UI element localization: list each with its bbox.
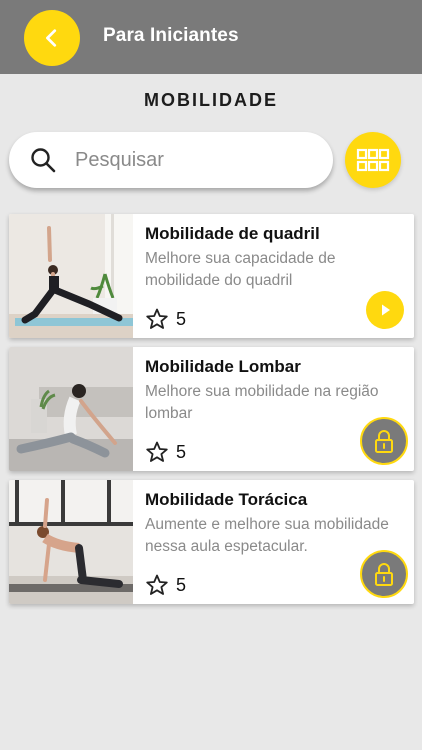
class-title: Mobilidade Torácica bbox=[145, 490, 308, 509]
class-rating: 5 bbox=[145, 307, 186, 331]
lock-icon bbox=[375, 563, 393, 586]
locked-button[interactable] bbox=[360, 417, 408, 465]
class-title: Mobilidade de quadril bbox=[145, 224, 320, 243]
search-input[interactable] bbox=[75, 144, 315, 176]
locked-button[interactable] bbox=[360, 550, 408, 598]
class-rating: 5 bbox=[145, 573, 186, 597]
lock-icon bbox=[375, 430, 393, 453]
class-thumbnail bbox=[9, 347, 133, 471]
class-title: Mobilidade Lombar bbox=[145, 357, 301, 376]
rating-value: 5 bbox=[176, 308, 187, 329]
play-icon bbox=[382, 304, 390, 316]
back-button[interactable] bbox=[24, 10, 80, 66]
class-description: Aumente e melhore sua mobilidade nessa a… bbox=[145, 516, 389, 555]
class-thumbnail bbox=[9, 480, 133, 604]
top-bar: Para Iniciantes bbox=[0, 0, 422, 74]
rating-value: 5 bbox=[176, 574, 187, 595]
star-icon bbox=[146, 574, 168, 595]
class-description: Melhore sua capacidade de mobilidade do … bbox=[145, 250, 336, 289]
grid-icon bbox=[356, 148, 390, 172]
chevron-left-icon bbox=[46, 29, 57, 47]
play-button[interactable] bbox=[366, 291, 404, 329]
search-icon bbox=[31, 148, 56, 173]
class-thumbnail bbox=[9, 214, 133, 338]
class-rating: 5 bbox=[145, 440, 186, 464]
class-description: Melhore sua mobilidade na região lombar bbox=[145, 383, 379, 422]
star-icon bbox=[146, 441, 168, 462]
search-bar[interactable] bbox=[9, 132, 333, 188]
class-card[interactable]: Mobilidade Lombar Melhore sua mobilidade… bbox=[9, 347, 414, 471]
class-card[interactable]: Mobilidade Torácica Aumente e melhore su… bbox=[9, 480, 414, 604]
grid-view-button[interactable] bbox=[345, 132, 401, 188]
section-title: MOBILIDADE bbox=[144, 90, 278, 110]
class-card[interactable]: Mobilidade de quadril Melhore sua capaci… bbox=[9, 214, 414, 338]
page-title: Para Iniciantes bbox=[103, 25, 239, 46]
rating-value: 5 bbox=[176, 441, 187, 462]
star-icon bbox=[146, 308, 168, 329]
